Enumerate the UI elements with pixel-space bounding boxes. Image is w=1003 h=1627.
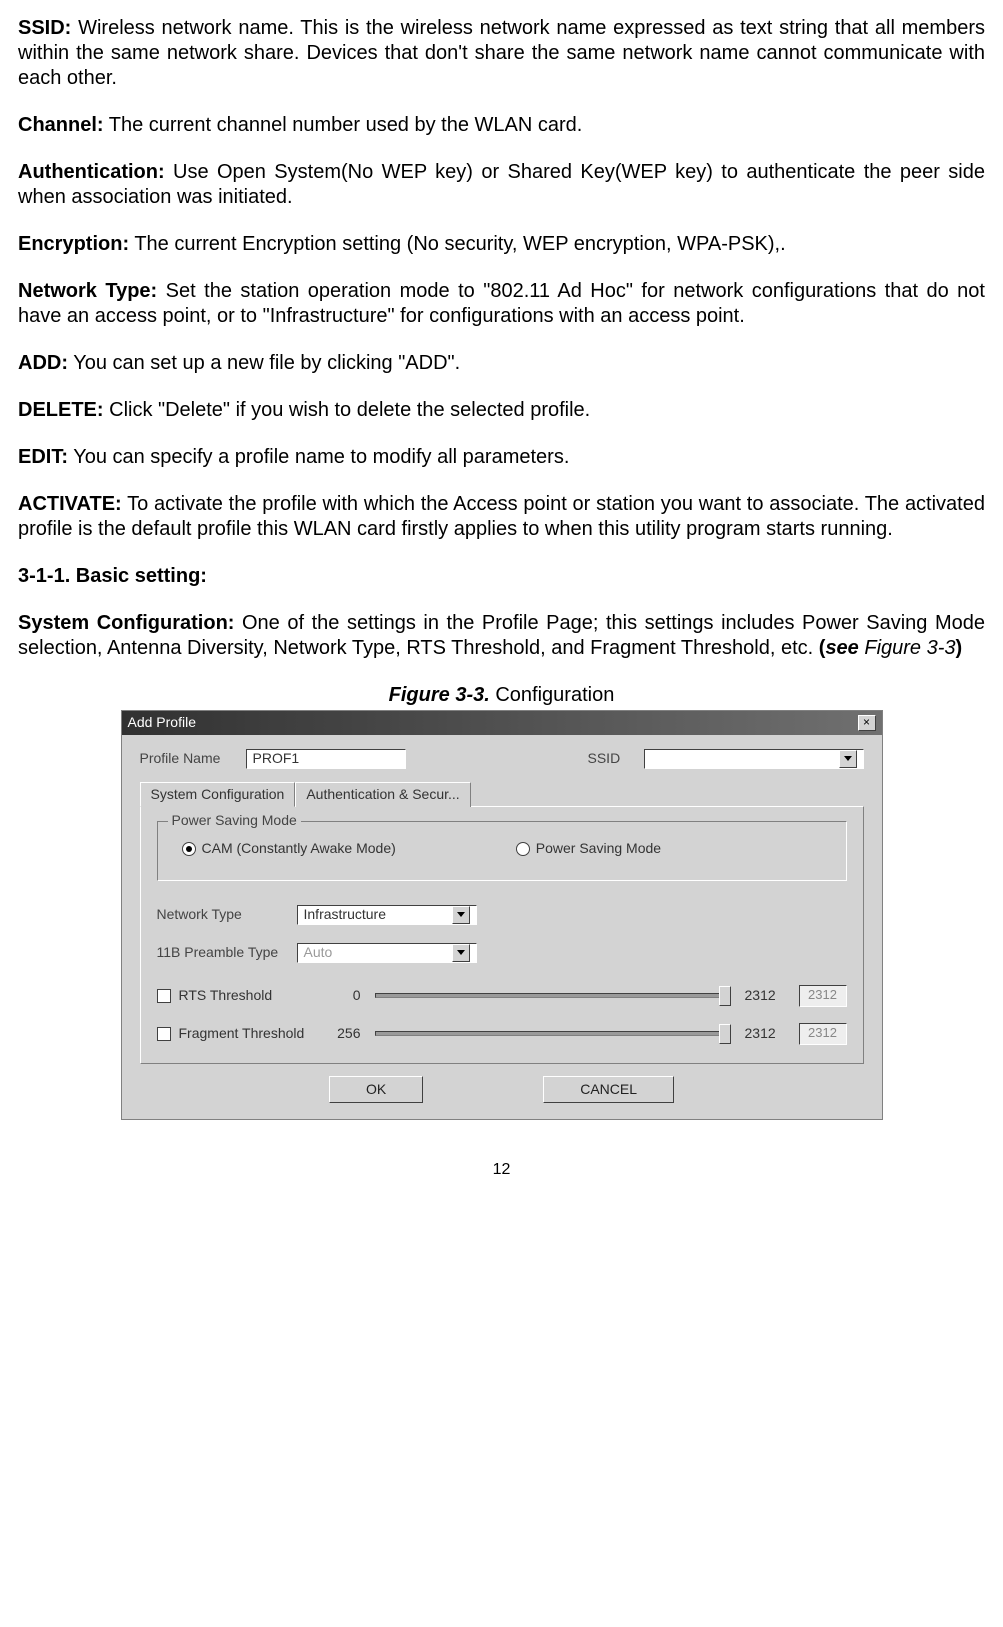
- ok-button[interactable]: OK: [329, 1076, 423, 1104]
- cancel-button[interactable]: CANCEL: [543, 1076, 674, 1104]
- chevron-down-icon: [452, 944, 470, 962]
- frag-max: 2312: [745, 1025, 785, 1043]
- def-text: The current Encryption setting (No secur…: [129, 233, 786, 255]
- fragment-threshold-checkbox[interactable]: Fragment Threshold: [157, 1025, 317, 1043]
- checkbox-icon: [157, 1027, 171, 1041]
- def-sysconf: System Configuration: One of the setting…: [18, 611, 985, 661]
- network-type-value: Infrastructure: [304, 906, 386, 924]
- def-text: You can specify a profile name to modify…: [68, 446, 569, 468]
- def-text: Wireless network name. This is the wirel…: [18, 17, 985, 89]
- def-delete: DELETE: Click "Delete" if you wish to de…: [18, 398, 985, 423]
- preamble-value: Auto: [304, 944, 333, 962]
- def-term: DELETE:: [18, 399, 104, 421]
- dialog-titlebar: Add Profile ×: [122, 711, 882, 735]
- def-edit: EDIT: You can specify a profile name to …: [18, 445, 985, 470]
- ssid-combo[interactable]: [644, 749, 864, 769]
- def-channel: Channel: The current channel number used…: [18, 113, 985, 138]
- def-text: Click "Delete" if you wish to delete the…: [104, 399, 591, 421]
- ssid-label: SSID: [588, 750, 628, 768]
- network-type-combo[interactable]: Infrastructure: [297, 905, 477, 925]
- def-nettype: Network Type: Set the station operation …: [18, 279, 985, 329]
- chevron-down-icon[interactable]: [839, 750, 857, 768]
- rts-min: 0: [331, 987, 361, 1005]
- profile-name-label: Profile Name: [140, 750, 230, 768]
- rts-value-box: 2312: [799, 985, 847, 1007]
- def-ssid: SSID: Wireless network name. This is the…: [18, 16, 985, 91]
- rts-threshold-checkbox[interactable]: RTS Threshold: [157, 987, 317, 1005]
- def-encrypt: Encryption: The current Encryption setti…: [18, 232, 985, 257]
- add-profile-dialog: Add Profile × Profile Name PROF1 SSID Sy…: [121, 710, 883, 1120]
- tab-auth-security[interactable]: Authentication & Secur...: [295, 782, 470, 808]
- page-number: 12: [18, 1160, 985, 1180]
- preamble-combo: Auto: [297, 943, 477, 963]
- def-auth: Authentication: Use Open System(No WEP k…: [18, 160, 985, 210]
- rts-max: 2312: [745, 987, 785, 1005]
- dialog-title: Add Profile: [128, 714, 196, 732]
- def-term: EDIT:: [18, 446, 68, 468]
- close-icon[interactable]: ×: [858, 715, 876, 731]
- def-term: Authentication:: [18, 161, 165, 183]
- group-title: Power Saving Mode: [168, 812, 301, 830]
- def-text: To activate the profile with which the A…: [18, 493, 985, 540]
- def-term: Network Type:: [18, 280, 157, 302]
- def-term: System Configuration:: [18, 612, 234, 634]
- figure-caption: Figure 3-3. Configuration: [18, 683, 985, 708]
- radio-icon: [182, 842, 196, 856]
- profile-name-input[interactable]: PROF1: [246, 749, 406, 769]
- def-text: The current channel number used by the W…: [104, 114, 583, 136]
- section-heading: 3-1-1. Basic setting:: [18, 564, 985, 589]
- network-type-label: Network Type: [157, 906, 287, 924]
- def-term: Channel:: [18, 114, 104, 136]
- def-term: ADD:: [18, 352, 68, 374]
- chevron-down-icon[interactable]: [452, 906, 470, 924]
- def-term: Encryption:: [18, 233, 129, 255]
- def-term: ACTIVATE:: [18, 493, 122, 515]
- radio-icon: [516, 842, 530, 856]
- tab-system-configuration[interactable]: System Configuration: [140, 782, 296, 808]
- frag-value-box: 2312: [799, 1023, 847, 1045]
- def-text: You can set up a new file by clicking "A…: [68, 352, 460, 374]
- def-text: Set the station operation mode to "802.1…: [18, 280, 985, 327]
- checkbox-icon: [157, 989, 171, 1003]
- rts-slider[interactable]: [375, 987, 731, 1005]
- frag-min: 256: [331, 1025, 361, 1043]
- radio-cam[interactable]: CAM (Constantly Awake Mode): [182, 840, 396, 858]
- fragment-slider[interactable]: [375, 1025, 731, 1043]
- def-add: ADD: You can set up a new file by clicki…: [18, 351, 985, 376]
- preamble-label: 11B Preamble Type: [157, 944, 287, 962]
- radio-psm[interactable]: Power Saving Mode: [516, 840, 661, 858]
- tab-panel: Power Saving Mode CAM (Constantly Awake …: [140, 806, 864, 1064]
- power-saving-group: Power Saving Mode CAM (Constantly Awake …: [157, 821, 847, 881]
- def-term: SSID:: [18, 17, 71, 39]
- def-activate: ACTIVATE: To activate the profile with w…: [18, 492, 985, 542]
